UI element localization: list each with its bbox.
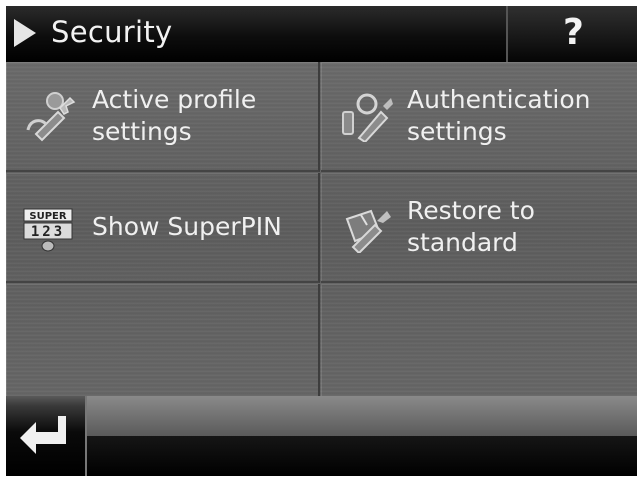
restore-to-standard-label: Restore to standard xyxy=(407,195,535,259)
superpin-icon-digits: 123 xyxy=(31,224,65,240)
label-line-1: Active profile xyxy=(92,85,257,114)
show-superpin-button[interactable]: SUPER 123 Show SuperPIN xyxy=(6,173,320,283)
superpin-icon: SUPER 123 xyxy=(23,208,73,252)
restore-to-standard-button[interactable]: Restore to standard xyxy=(321,173,637,283)
active-profile-settings-button[interactable]: Active profile settings xyxy=(6,62,320,172)
label-line-2: settings xyxy=(92,117,192,146)
footer-bar xyxy=(6,396,637,476)
back-button[interactable] xyxy=(6,396,87,476)
label-line-2: standard xyxy=(407,228,518,257)
menu-grid: Active profile settings Authentication s… xyxy=(6,62,637,396)
superpin-icon-text: SUPER xyxy=(29,211,66,222)
device-screen: Security ? Active profile settings Authe… xyxy=(6,6,637,476)
header-bar: Security ? xyxy=(6,6,637,62)
label-line-1: Restore to xyxy=(407,196,535,225)
show-superpin-label: Show SuperPIN xyxy=(92,212,282,241)
empty-menu-cell xyxy=(321,284,637,396)
play-arrow-icon xyxy=(14,19,36,47)
key-wrench-icon xyxy=(342,93,393,142)
wrench-person-icon xyxy=(26,92,76,142)
page-title: Security xyxy=(51,15,173,49)
restore-wrench-icon xyxy=(345,209,391,253)
active-profile-settings-label: Active profile settings xyxy=(92,84,256,148)
empty-menu-cell xyxy=(6,284,320,396)
footer-strip xyxy=(87,396,637,436)
label-line-1: Authentication xyxy=(407,85,591,114)
return-arrow-icon xyxy=(20,416,66,454)
question-mark-icon: ? xyxy=(563,12,584,53)
help-button[interactable]: ? xyxy=(506,6,637,62)
authentication-settings-label: Authentication settings xyxy=(407,84,591,148)
authentication-settings-button[interactable]: Authentication settings xyxy=(321,62,637,172)
label-line-2: settings xyxy=(407,117,507,146)
